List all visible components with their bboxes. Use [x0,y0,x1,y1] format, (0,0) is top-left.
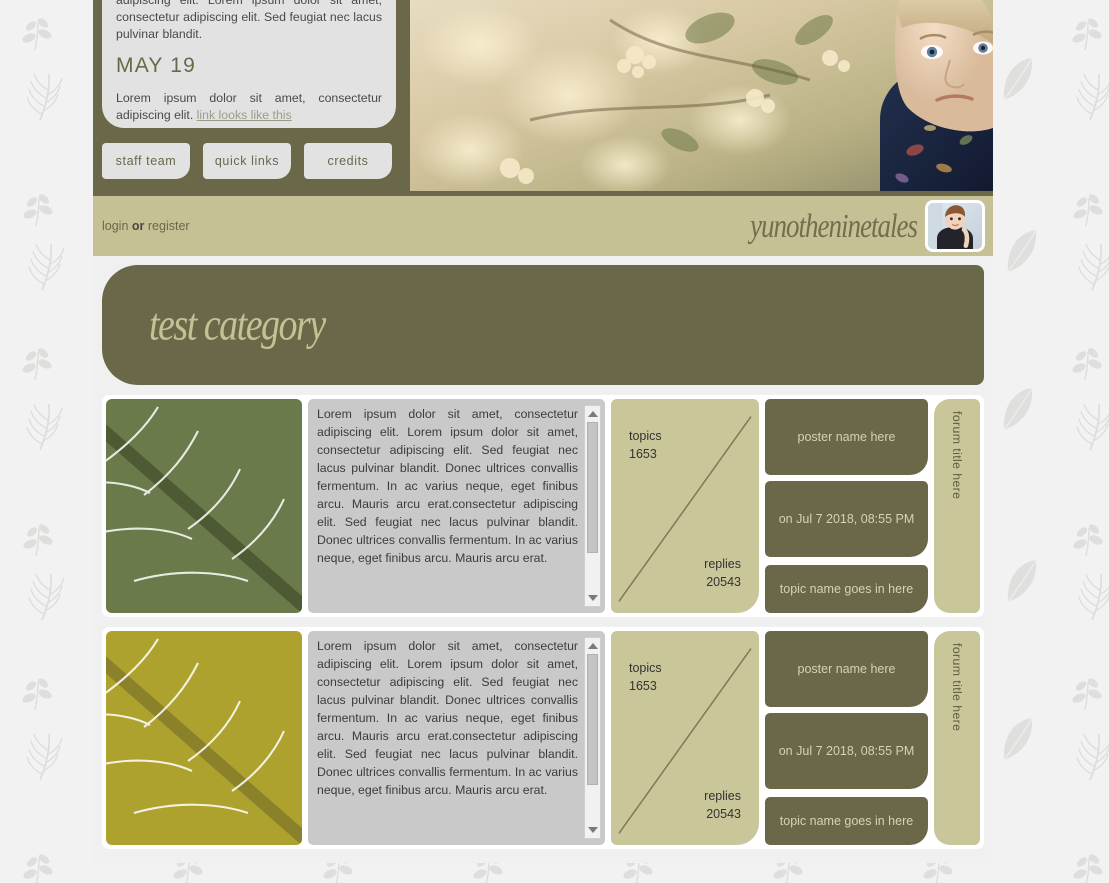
description-scrollbar[interactable] [584,405,601,607]
last-post-stack: poster name here on Jul 7 2018, 08:55 PM [765,631,928,789]
forum-row: Lorem ipsum dolor sit amet, consectetur … [102,627,984,849]
last-post-stack: poster name here on Jul 7 2018, 08:55 PM [765,399,928,557]
intro-card: adipiscing elit. Lorem ipsum dolor sit a… [102,0,396,128]
scrollbar-track[interactable] [587,654,598,822]
scroll-down-arrow-icon[interactable] [587,595,598,601]
replies-stat: replies 20543 [704,555,741,591]
replies-count: 20543 [706,575,741,589]
intro-second-paragraph: Lorem ipsum dolor sit amet, consectetur … [116,86,382,124]
site-logo-text[interactable]: yunotheninetales [750,207,918,246]
login-link[interactable]: login [102,219,128,233]
forum-stats-box: topics 1653 replies 20543 [611,631,759,845]
body-wrap: test category Lorem ipsum dolor sit amet… [93,256,993,863]
header-photo [410,0,993,191]
replies-stat: replies 20543 [704,787,741,823]
forum-last-post-column: poster name here on Jul 7 2018, 08:55 PM… [765,631,928,845]
topic-name-panel[interactable]: topic name goes in here [765,797,928,845]
quick-links-button[interactable]: quick links [203,143,291,179]
replies-label: replies [704,557,741,571]
topics-stat: topics 1653 [629,427,662,463]
credits-button[interactable]: credits [304,143,392,179]
page-container: adipiscing elit. Lorem ipsum dolor sit a… [93,0,993,883]
forum-leaf-image [106,631,302,845]
site-header: adipiscing elit. Lorem ipsum dolor sit a… [93,0,993,196]
intro-paragraph: adipiscing elit. Lorem ipsum dolor sit a… [116,0,382,41]
intro-date-heading: MAY 19 [116,54,196,77]
topics-label: topics [629,661,662,675]
scrollbar-thumb[interactable] [587,654,598,786]
avatar [925,200,985,252]
login-bar: login or register yunotheninetales [93,196,993,256]
topics-count: 1653 [629,679,657,693]
forum-last-post-column: poster name here on Jul 7 2018, 08:55 PM… [765,399,928,613]
staff-team-button[interactable]: staff team [102,143,190,179]
scrollbar-track[interactable] [587,422,598,590]
topics-label: topics [629,429,662,443]
forum-description-text: Lorem ipsum dolor sit amet, consectetur … [317,407,578,565]
poster-name-panel[interactable]: poster name here [765,631,928,707]
header-button-row: staff team quick links credits [102,143,396,179]
scroll-up-arrow-icon[interactable] [587,411,598,417]
replies-label: replies [704,789,741,803]
post-date-panel: on Jul 7 2018, 08:55 PM [765,713,928,789]
scrollbar-thumb[interactable] [587,422,598,554]
category-header: test category [102,265,984,385]
category-title: test category [149,299,326,351]
register-link[interactable]: register [148,219,190,233]
topic-name-panel[interactable]: topic name goes in here [765,565,928,613]
forum-title-sidebar[interactable]: forum title here [934,399,980,613]
forum-description-box: Lorem ipsum dolor sit amet, consectetur … [308,631,605,845]
forum-description-text: Lorem ipsum dolor sit amet, consectetur … [317,639,578,797]
forum-description-box: Lorem ipsum dolor sit amet, consectetur … [308,399,605,613]
forum-leaf-image [106,399,302,613]
brand-area: yunotheninetales [750,196,985,256]
forum-title-sidebar[interactable]: forum title here [934,631,980,845]
topics-count: 1653 [629,447,657,461]
intro-link[interactable]: link looks like this [197,108,292,122]
scroll-down-arrow-icon[interactable] [587,827,598,833]
or-separator: or [131,219,145,233]
forum-title-text: forum title here [950,643,964,732]
forum-row: Lorem ipsum dolor sit amet, consectetur … [102,395,984,617]
forum-stats-box: topics 1653 replies 20543 [611,399,759,613]
scroll-up-arrow-icon[interactable] [587,643,598,649]
replies-count: 20543 [706,807,741,821]
topics-stat: topics 1653 [629,659,662,695]
forum-title-text: forum title here [950,411,964,500]
post-date-panel: on Jul 7 2018, 08:55 PM [765,481,928,557]
login-links: login or register [102,219,190,233]
header-intro-column: adipiscing elit. Lorem ipsum dolor sit a… [93,0,405,196]
description-scrollbar[interactable] [584,637,601,839]
poster-name-panel[interactable]: poster name here [765,399,928,475]
